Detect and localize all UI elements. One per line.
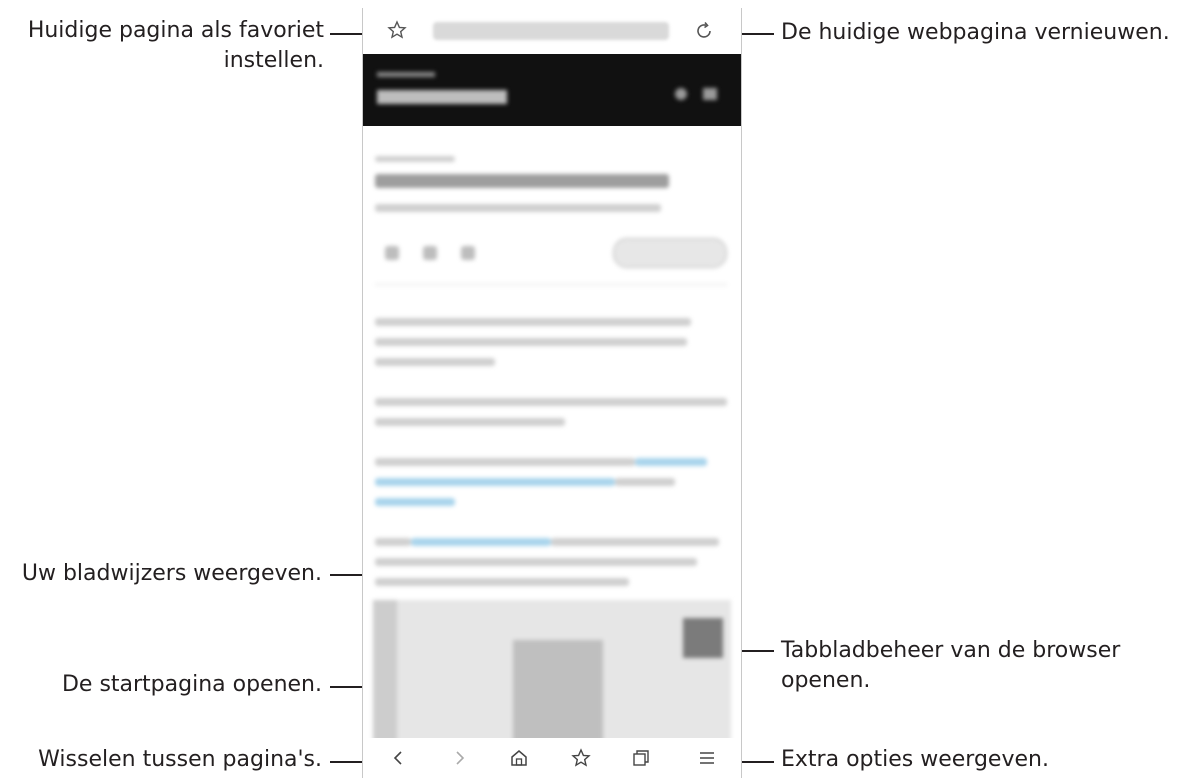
- callout-favorite-line2: instellen.: [223, 48, 324, 73]
- callout-tabs: Tabbladbeheer van de browser openen.: [781, 636, 1120, 696]
- browser-screen: [362, 8, 742, 778]
- bottom-toolbar: [363, 738, 741, 778]
- site-brand: [377, 72, 435, 77]
- site-title: [377, 90, 507, 104]
- callout-switch-pages: Wisselen tussen pagina's.: [38, 747, 322, 772]
- url-bar: [363, 8, 741, 54]
- callout-refresh: De huidige webpagina vernieuwen.: [781, 20, 1170, 45]
- callout-home: De startpagina openen.: [61, 672, 322, 697]
- chevron-right-icon[interactable]: [449, 748, 469, 768]
- bookmarks-star-icon[interactable]: [571, 748, 591, 768]
- callout-tabs-line1: Tabbladbeheer van de browser: [781, 638, 1121, 663]
- search-icon[interactable]: [675, 88, 687, 100]
- address-field[interactable]: [433, 22, 669, 40]
- article-image: [373, 600, 731, 750]
- tabs-icon[interactable]: [631, 748, 651, 768]
- menu-icon[interactable]: [703, 88, 717, 100]
- callout-bookmarks: Uw bladwijzers weergeven.: [21, 561, 322, 586]
- chevron-left-icon[interactable]: [389, 748, 409, 768]
- refresh-icon[interactable]: [693, 20, 715, 42]
- callout-tabs-line2: openen.: [781, 668, 871, 693]
- menu-icon[interactable]: [697, 748, 717, 768]
- star-icon[interactable]: [387, 20, 407, 40]
- callout-favorite: Huidige pagina als favoriet instellen.: [4, 16, 324, 76]
- callout-extra-options: Extra opties weergeven.: [781, 747, 1049, 772]
- home-icon[interactable]: [509, 748, 529, 768]
- callout-favorite-line1: Huidige pagina als favoriet: [27, 18, 324, 43]
- site-header: [363, 54, 741, 126]
